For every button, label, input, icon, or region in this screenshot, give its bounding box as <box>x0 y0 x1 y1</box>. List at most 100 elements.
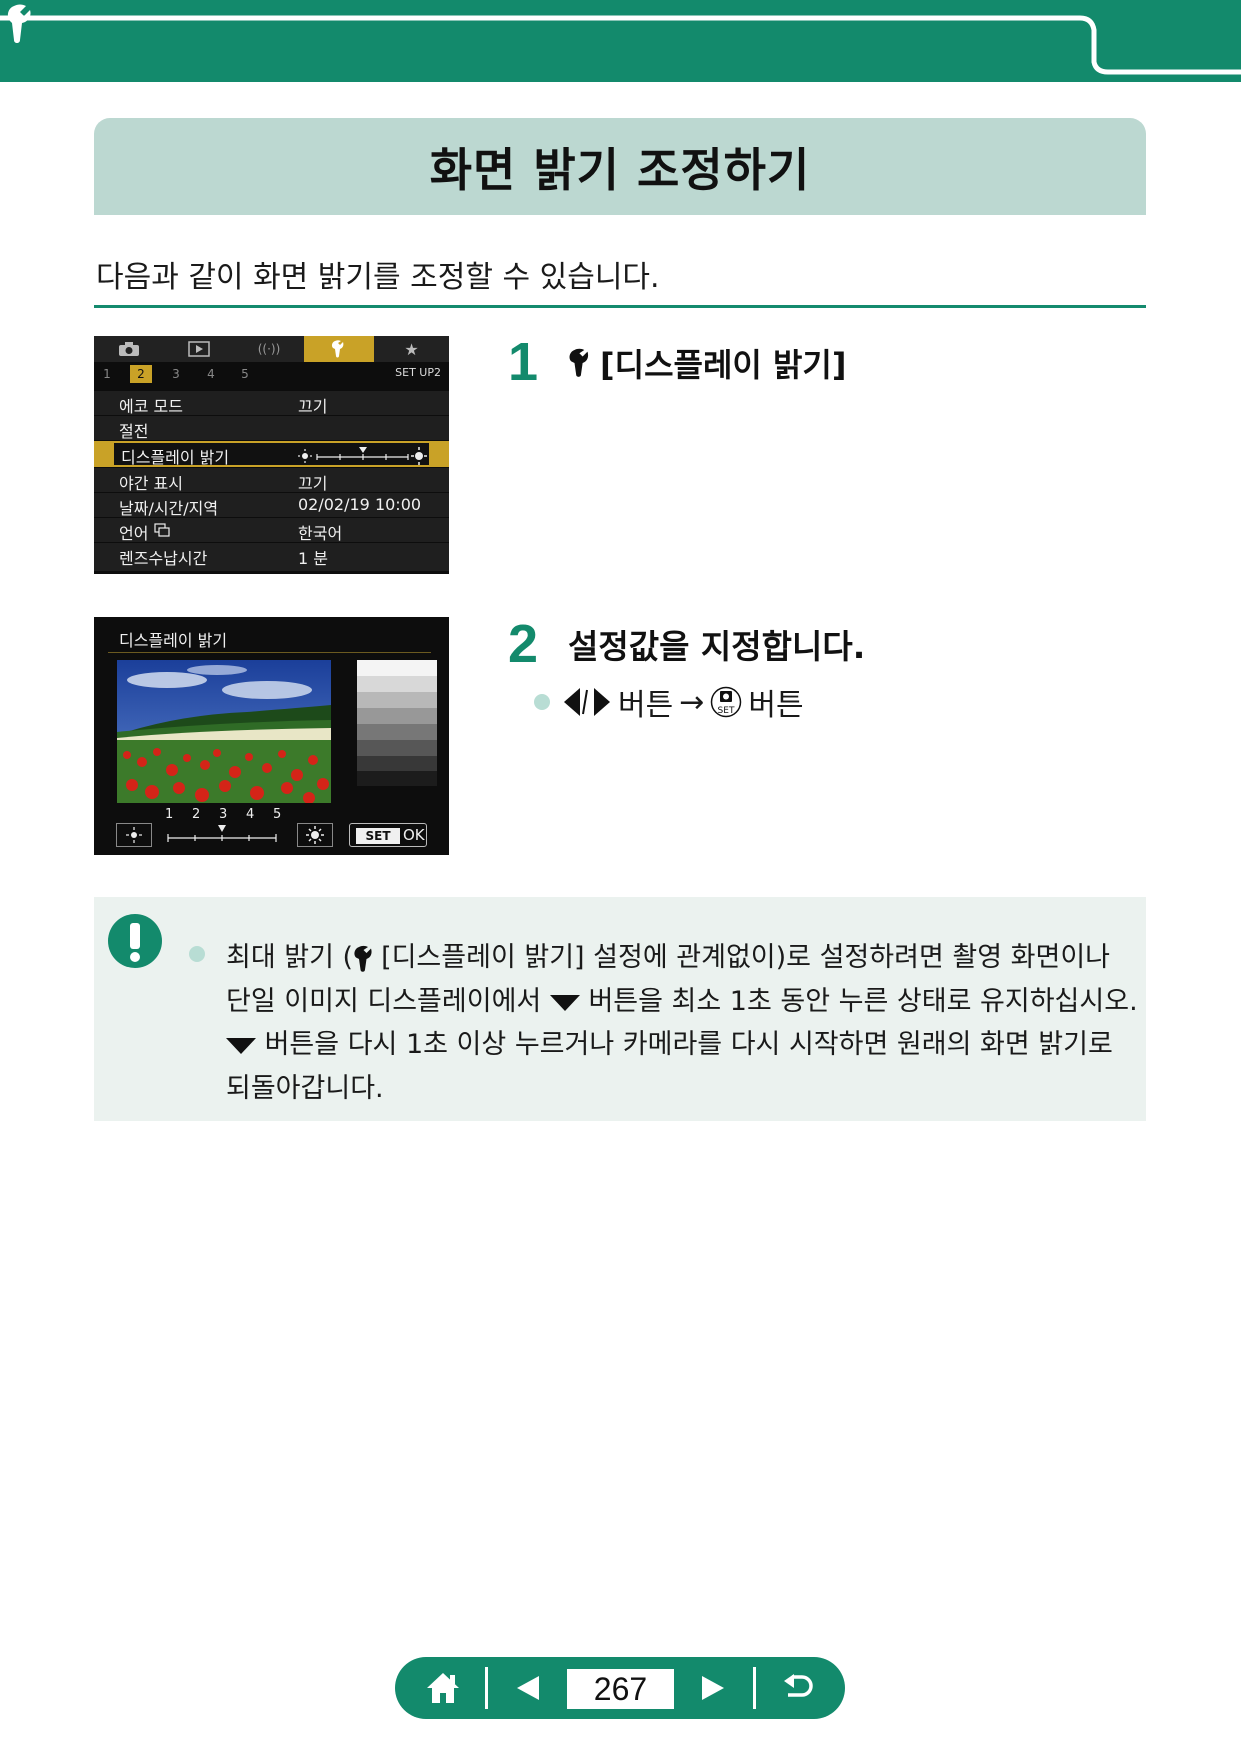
left-right-keys-icon <box>564 688 610 716</box>
step-2-detail: 버튼 → SET 버튼 <box>534 680 804 724</box>
menu-row-lens-retraction: 렌즈수납시간 1 분 <box>94 543 449 571</box>
note-line-3: 버튼을 다시 1초 이상 누르거나 카메라를 다시 시작하면 원래의 화면 밝기… <box>226 1022 1113 1061</box>
step-number: 1 <box>508 332 539 392</box>
page-navigation: 267 <box>395 1657 845 1719</box>
level-2: 2 <box>192 807 201 822</box>
set-ok-hint: SET OK <box>349 823 427 847</box>
menu-row-power-saving: 절전 <box>94 416 449 441</box>
menu-row-label: 언어 <box>119 524 149 543</box>
bullet-dot <box>189 946 205 962</box>
wrench-icon <box>569 348 589 377</box>
brightness-level-slider <box>167 825 277 842</box>
button-label: 버튼 <box>748 688 804 723</box>
nav-separator <box>753 1667 756 1709</box>
menu-row-language: 언어 한국어 <box>94 518 449 543</box>
bright-icon <box>297 823 333 847</box>
wrench-icon <box>304 336 374 362</box>
note-text: 버튼을 다시 1초 이상 누르거나 카메라를 다시 시작하면 원래의 화면 밝기… <box>264 1029 1113 1060</box>
triangle-left-icon <box>516 1676 539 1700</box>
wrench-icon <box>354 945 372 972</box>
menu-row-label: 에코 모드 <box>119 397 183 416</box>
gray-scale-bar <box>357 660 437 786</box>
down-key-icon <box>549 994 580 1011</box>
note-line-1: 최대 밝기 ( [디스플레이 밝기] 설정에 관계없이)로 설정하려면 촬영 화면… <box>226 935 1110 974</box>
arrow: → <box>679 684 705 720</box>
note-text: 버튼을 최소 1초 동안 누른 상태로 유지하십시오. <box>588 986 1138 1017</box>
note-line-4: 되돌아갑니다. <box>226 1066 384 1105</box>
nav-separator <box>485 1667 488 1709</box>
q-set-button-icon: SET <box>711 686 742 718</box>
home-button[interactable] <box>413 1657 473 1719</box>
note-text: 최대 밝기 ( <box>226 942 354 973</box>
wireless-icon: ((·)) <box>257 342 281 356</box>
note-text: 단일 이미지 디스플레이에서 <box>226 986 542 1017</box>
sample-photo <box>117 660 331 803</box>
return-icon <box>784 1674 813 1697</box>
camera-icon <box>94 336 164 362</box>
brightness-adjust-screen: 디스플레이 밝기 1 2 3 4 5 SET OK <box>94 617 449 855</box>
selection-marker <box>96 443 114 465</box>
star-icon: ★ <box>404 339 419 359</box>
step-2-text: 설정값을 지정합니다. <box>568 627 866 666</box>
dim-icon <box>116 823 152 847</box>
menu-row-label: 야간 표시 <box>119 474 183 493</box>
svg-text:SET: SET <box>718 706 735 716</box>
divider <box>94 305 1146 308</box>
page-title: 화면 밝기 조정하기 <box>429 142 811 197</box>
menu-row-date-time: 날짜/시간/지역 02/02/19 10:00 <box>94 493 449 518</box>
page-number: 267 <box>567 1669 674 1709</box>
note-text: 되돌아갑니다. <box>226 1073 384 1104</box>
triangle-right-icon <box>701 1676 724 1700</box>
menu-row-night-display: 야간 표시 끄기 <box>94 468 449 493</box>
language-icon <box>154 523 170 537</box>
subtab-3: 3 <box>172 367 180 381</box>
level-5: 5 <box>273 807 282 822</box>
home-icon <box>427 1673 459 1703</box>
menu-row-value: 한국어 <box>298 524 343 543</box>
set-label: SET <box>356 828 400 844</box>
intro-text: 다음과 같이 화면 밝기를 조정할 수 있습니다. <box>96 260 660 295</box>
caution-icon <box>108 914 162 968</box>
menu-row-label: 렌즈수납시간 <box>119 549 208 568</box>
menu-row-eco-mode: 에코 모드 끄기 <box>94 391 449 416</box>
back-button[interactable] <box>763 1657 833 1719</box>
menu-tab-bar: ((·)) ★ <box>94 336 449 362</box>
menu-row-value: 02/02/19 10:00 <box>298 495 422 514</box>
subtab-1: 1 <box>103 367 111 381</box>
step-1-instruction: [디스플레이 밝기] <box>568 340 846 386</box>
next-page-button[interactable] <box>680 1657 745 1719</box>
menu-row-value: 끄기 <box>298 397 328 416</box>
note-text: [디스플레이 밝기] 설정에 관계없이)로 설정하려면 촬영 화면이나 <box>381 942 1110 973</box>
wrench-icon <box>7 4 31 43</box>
subtab-2: 2 <box>130 365 152 383</box>
page-title-banner: 화면 밝기 조정하기 <box>94 118 1146 215</box>
level-3: 3 <box>219 807 228 822</box>
menu-row-label: 날짜/시간/지역 <box>119 499 219 518</box>
divider <box>108 652 431 653</box>
menu-row-value: 1 분 <box>298 549 328 568</box>
level-marker <box>218 825 226 832</box>
menu-row-value: 끄기 <box>298 474 328 493</box>
menu-row-display-brightness: 디스플레이 밝기 <box>94 441 449 467</box>
subtab-5: 5 <box>241 367 249 381</box>
step-1-text: [디스플레이 밝기] <box>600 346 847 384</box>
note-line-2: 단일 이미지 디스플레이에서 버튼을 최소 1초 동안 누른 상태로 유지하십시… <box>226 979 1138 1018</box>
screen-title: 디스플레이 밝기 <box>119 631 228 650</box>
level-1: 1 <box>165 807 174 822</box>
selection-marker <box>429 443 447 465</box>
step-number: 2 <box>508 614 539 674</box>
ok-label: OK <box>403 826 425 844</box>
subtab-4: 4 <box>207 367 215 381</box>
menu-row-label: 디스플레이 밝기 <box>121 448 230 467</box>
top-banner <box>0 0 1241 82</box>
level-4: 4 <box>246 807 255 822</box>
camera-menu-screen: ((·)) ★ 1 2 3 4 5 SET UP2 에코 모드 끄기 절전 디스… <box>94 336 449 574</box>
bullet-dot <box>534 694 550 710</box>
brightness-slider-icon <box>298 447 427 465</box>
button-label: 버튼 <box>618 688 674 723</box>
previous-page-button[interactable] <box>495 1657 560 1719</box>
down-key-icon <box>226 1037 256 1054</box>
playback-icon <box>164 336 234 362</box>
menu-page-label: SET UP2 <box>395 366 441 379</box>
menu-row-label: 절전 <box>119 422 149 441</box>
